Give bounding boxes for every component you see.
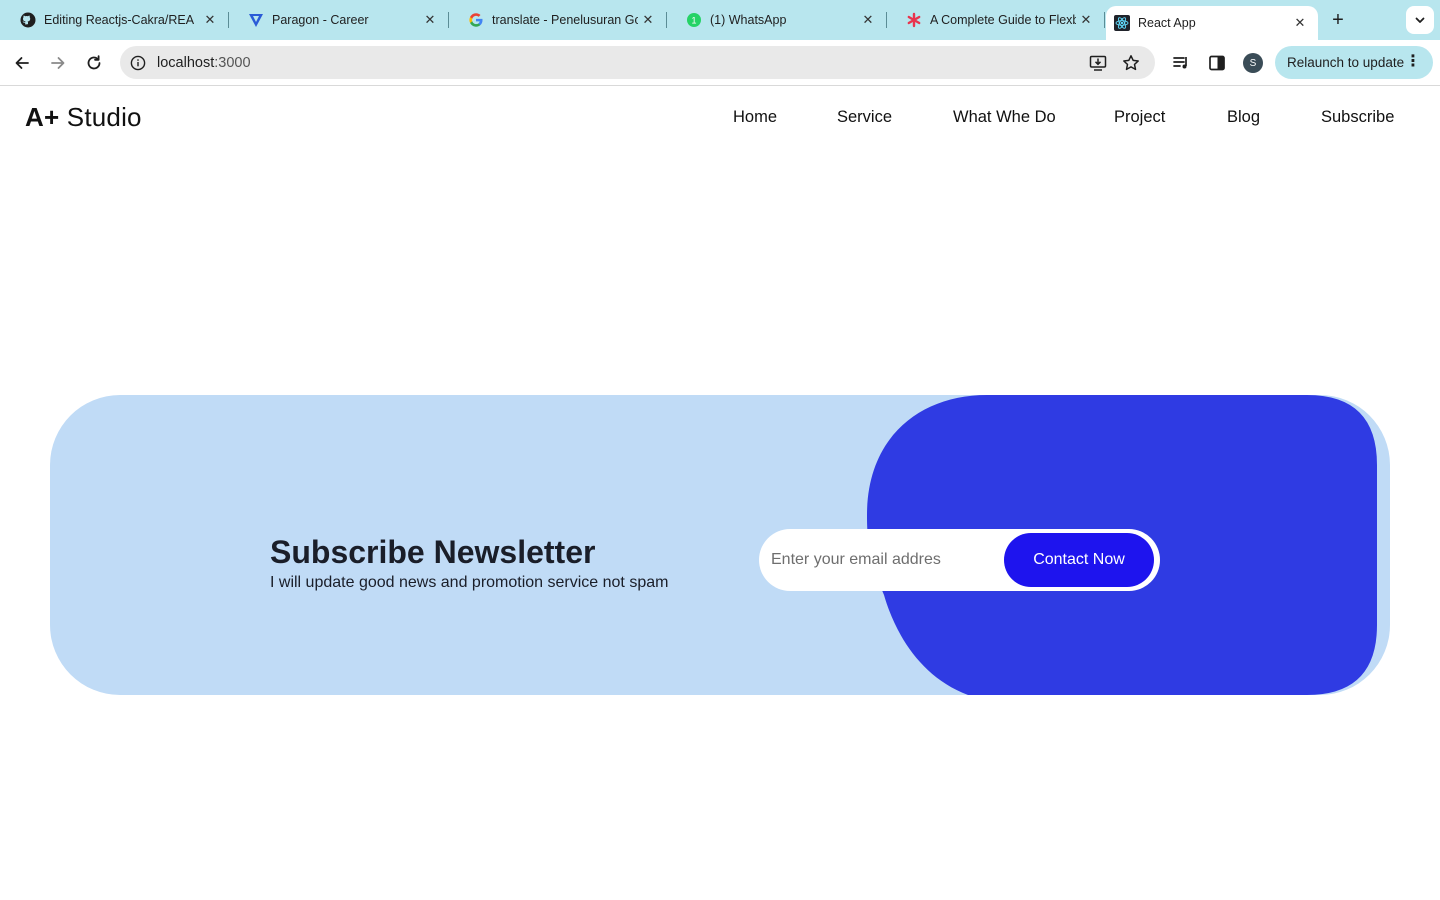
google-icon [468, 12, 484, 28]
browser-tab-paragon[interactable]: Paragon - Career ✕ [228, 0, 449, 40]
nav-link-home[interactable]: Home [733, 108, 777, 127]
url-text: localhost:3000 [157, 55, 251, 71]
new-tab-button[interactable]: + [1326, 8, 1350, 32]
paragon-icon [248, 12, 264, 28]
relaunch-to-update-button[interactable]: Relaunch to update ⋮ [1275, 46, 1433, 79]
arrow-right-icon [51, 57, 65, 69]
newsletter-subtitle: I will update good news and promotion se… [270, 574, 669, 591]
forward-button[interactable] [46, 51, 70, 75]
tab-title: Editing Reactjs-Cakra/REA [44, 13, 195, 27]
svg-text:1: 1 [691, 16, 696, 26]
close-icon[interactable]: ✕ [1290, 13, 1310, 33]
chevron-down-icon [1415, 17, 1425, 23]
reload-button[interactable] [82, 51, 106, 75]
tab-title: Paragon - Career [272, 13, 369, 27]
newsletter-title: Subscribe Newsletter [270, 534, 596, 570]
tab-title: React App [1138, 16, 1196, 30]
url-host: localhost [157, 54, 215, 71]
github-icon [20, 12, 36, 28]
url-port: :3000 [214, 54, 251, 71]
logo-mark: A+ [25, 102, 60, 132]
browser-tab-strip: Editing Reactjs-Cakra/REA ✕ Paragon - Ca… [0, 0, 1440, 40]
back-button[interactable] [10, 51, 34, 75]
tab-separator [1104, 12, 1105, 28]
contact-now-button[interactable]: Contact Now [1004, 533, 1154, 587]
browser-toolbar: localhost:3000 S Relaunch to update ⋮ [0, 40, 1440, 86]
media-control-icon[interactable] [1170, 52, 1192, 74]
browser-tab-css-tricks[interactable]: A Complete Guide to Flexb ✕ [886, 0, 1105, 40]
arrow-left-icon [15, 57, 29, 69]
address-bar[interactable]: localhost:3000 [120, 46, 1155, 79]
nav-link-blog[interactable]: Blog [1227, 108, 1260, 127]
browser-tab-react-app[interactable]: React App ✕ [1106, 6, 1318, 40]
browser-tab-github[interactable]: Editing Reactjs-Cakra/REA ✕ [0, 0, 229, 40]
close-icon[interactable]: ✕ [638, 10, 658, 30]
tab-search-button[interactable] [1406, 6, 1434, 34]
install-app-icon[interactable] [1089, 54, 1107, 72]
logo-text: Studio [59, 102, 142, 132]
nav-link-what-whe-do[interactable]: What Whe Do [953, 108, 1056, 127]
nav-link-subscribe[interactable]: Subscribe [1321, 108, 1394, 127]
css-tricks-icon [906, 12, 922, 28]
nav-link-project[interactable]: Project [1114, 108, 1165, 127]
relaunch-label: Relaunch to update [1287, 55, 1405, 70]
email-input[interactable] [771, 543, 1001, 577]
reload-icon [87, 55, 101, 70]
close-icon[interactable]: ✕ [1076, 10, 1096, 30]
site-info-icon[interactable] [130, 55, 146, 71]
site-logo[interactable]: A+ Studio [25, 102, 142, 133]
side-panel-icon[interactable] [1206, 52, 1228, 74]
browser-tab-google[interactable]: translate - Penelusuran Go ✕ [448, 0, 667, 40]
close-icon[interactable]: ✕ [858, 10, 878, 30]
newsletter-form: Contact Now [759, 529, 1160, 591]
bookmark-star-icon[interactable] [1122, 54, 1140, 72]
profile-avatar[interactable]: S [1243, 53, 1263, 73]
react-icon [1114, 15, 1130, 31]
nav-link-service[interactable]: Service [837, 108, 892, 127]
tab-title: (1) WhatsApp [710, 13, 787, 27]
tab-title: A Complete Guide to Flexb [930, 13, 1076, 27]
close-icon[interactable]: ✕ [420, 10, 440, 30]
newsletter-banner [50, 395, 1390, 695]
banner-decorative-blob [867, 395, 1377, 695]
tab-title: translate - Penelusuran Go [492, 13, 638, 27]
whatsapp-icon: 1 [686, 12, 702, 28]
more-options-icon[interactable]: ⋮ [1405, 54, 1421, 70]
browser-tab-whatsapp[interactable]: 1 (1) WhatsApp ✕ [666, 0, 887, 40]
close-icon[interactable]: ✕ [200, 10, 220, 30]
